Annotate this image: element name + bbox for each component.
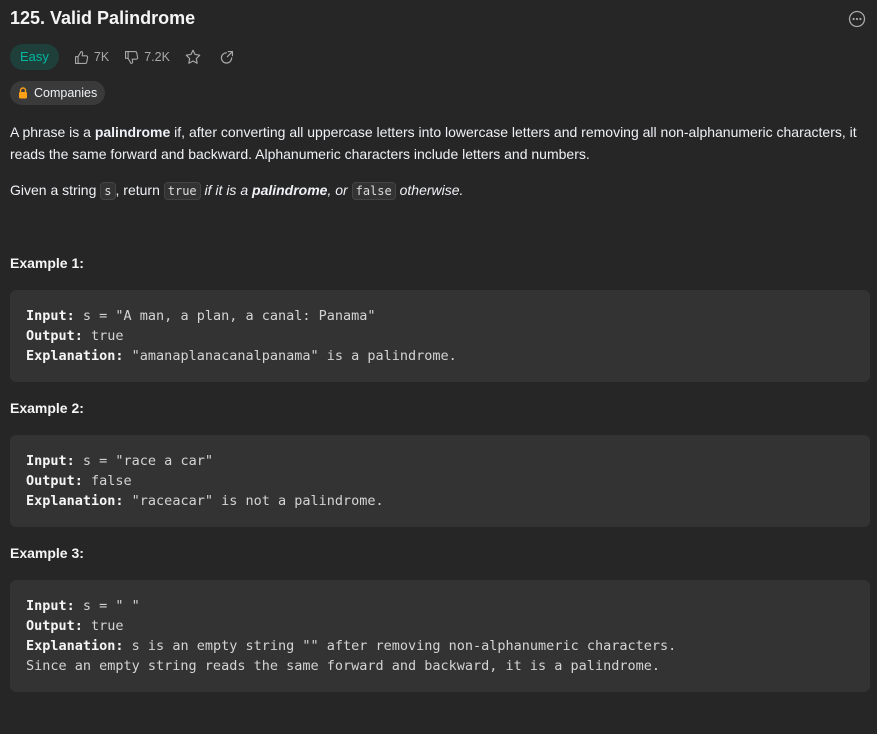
description-paragraph-1: A phrase is a palindrome if, after conve…	[10, 121, 860, 165]
share-button[interactable]	[218, 49, 235, 66]
lock-icon	[19, 87, 27, 99]
output-value: true	[82, 328, 124, 344]
palindrome-term: palindrome	[252, 182, 328, 198]
favorite-button[interactable]	[184, 48, 202, 66]
input-label: Input:	[26, 453, 75, 469]
companies-tag[interactable]: Companies	[10, 81, 106, 105]
share-icon	[220, 50, 233, 64]
companies-label: Companies	[34, 86, 98, 100]
output-label: Output:	[26, 328, 83, 344]
example-1-box: Input: s = "A man, a plan, a canal: Pana…	[10, 290, 870, 382]
problem-description-panel: 125. Valid Palindrome Easy 7K 7.2K Compa…	[0, 0, 877, 734]
explanation-label: Explanation:	[26, 638, 124, 654]
more-options-icon[interactable]	[848, 10, 866, 28]
example-explanation: Explanation: "raceacar" is not a palindr…	[26, 491, 854, 511]
explanation-value: "amanaplanacanalpanama" is a palindrome.	[123, 348, 457, 364]
example-3-box: Input: s = " " Output: true Explanation:…	[10, 580, 870, 692]
dislike-count: 7.2K	[144, 50, 170, 64]
output-value: true	[82, 618, 124, 634]
dislike-button[interactable]: 7.2K	[123, 49, 170, 66]
desc-text: Given a string	[10, 182, 101, 198]
input-label: Input:	[26, 598, 75, 614]
thumbs-up-icon	[74, 50, 89, 64]
inline-code-s: s	[100, 182, 116, 200]
input-value: s = "A man, a plan, a canal: Panama"	[74, 308, 376, 324]
output-label: Output:	[26, 618, 83, 634]
input-label: Input:	[26, 308, 75, 324]
problem-meta-row: Easy 7K 7.2K	[10, 44, 251, 70]
example-explanation-continued: Since an empty string reads the same for…	[26, 658, 660, 674]
palindrome-term: palindrome	[94, 124, 171, 140]
explanation-value: s is an empty string "" after removing n…	[123, 638, 677, 654]
example-output: Output: true	[26, 616, 854, 636]
thumbs-down-icon	[125, 50, 139, 64]
desc-text: , return	[115, 182, 164, 198]
desc-text: A phrase is a	[10, 124, 95, 140]
explanation-label: Explanation:	[26, 493, 124, 509]
inline-code-false: false	[351, 182, 396, 200]
problem-description: A phrase is a palindrome if, after conve…	[10, 121, 860, 202]
example-output: Output: false	[26, 471, 854, 491]
example-3-title: Example 3:	[10, 545, 84, 561]
output-value: false	[82, 473, 132, 489]
inline-code-true: true	[163, 182, 201, 200]
explanation-value: "raceacar" is not a palindrome.	[123, 493, 384, 509]
star-icon	[185, 49, 201, 64]
output-label: Output:	[26, 473, 83, 489]
like-count: 7K	[93, 50, 110, 64]
example-explanation: Explanation: s is an empty string "" aft…	[26, 636, 854, 656]
desc-text: , or	[327, 182, 352, 198]
input-value: s = "race a car"	[74, 453, 213, 469]
desc-text: otherwise.	[395, 182, 464, 198]
input-value: s = " "	[74, 598, 140, 614]
desc-text: if it is a	[200, 182, 253, 198]
problem-title[interactable]: 125. Valid Palindrome	[10, 6, 195, 30]
example-explanation: Explanation: "amanaplanacanalpanama" is …	[26, 346, 854, 366]
example-2-title: Example 2:	[10, 400, 84, 416]
example-1-title: Example 1:	[10, 255, 84, 271]
example-input: Input: s = "race a car"	[26, 451, 854, 471]
like-button[interactable]: 7K	[73, 49, 109, 66]
explanation-label: Explanation:	[26, 348, 124, 364]
description-paragraph-2: Given a string s, return true if it is a…	[10, 179, 860, 202]
difficulty-badge: Easy	[10, 44, 59, 70]
example-output: Output: true	[26, 326, 854, 346]
example-2-box: Input: s = "race a car" Output: false Ex…	[10, 435, 870, 527]
example-input: Input: s = "A man, a plan, a canal: Pana…	[26, 306, 854, 326]
example-input: Input: s = " "	[26, 596, 854, 616]
